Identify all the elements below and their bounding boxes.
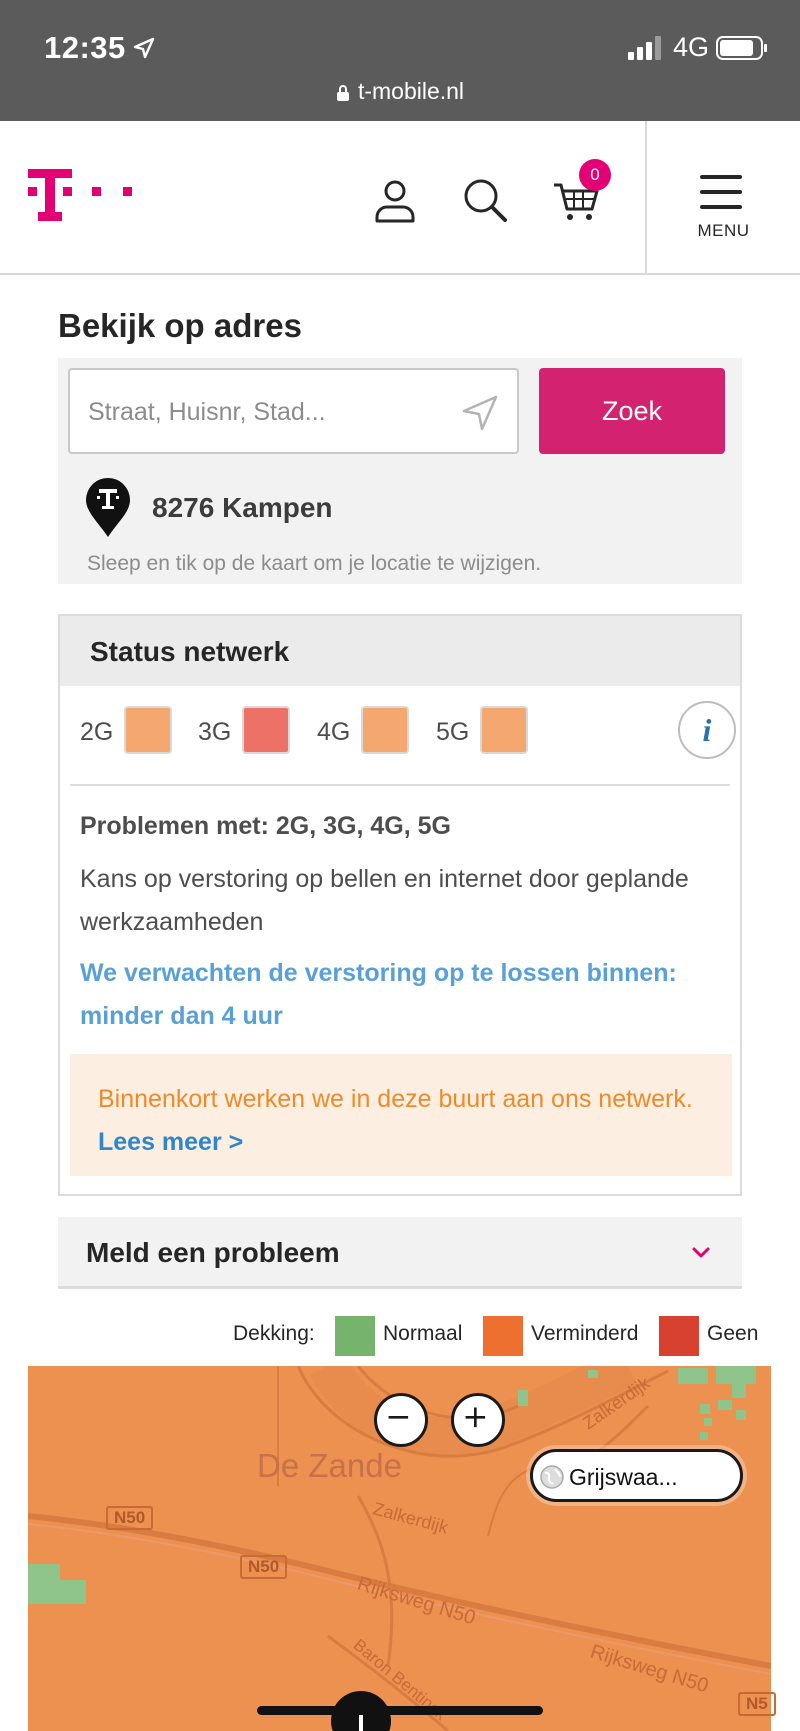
grayscale-toggle-button[interactable]: Grijswaa... [530,1449,743,1502]
lock-icon [336,85,349,101]
legend-reduced: Verminderd [531,1322,639,1345]
telekom-logo[interactable] [28,169,138,227]
report-problem-title: Meld een probleem [86,1237,340,1268]
status-swatch [361,706,409,754]
cart-count-badge: 0 [579,159,611,191]
coverage-legend-label: Dekking: [233,1322,315,1345]
search-icon[interactable] [462,177,508,223]
road-shield: N50 [106,1506,154,1530]
legend-swatch-reduced [483,1316,523,1356]
url-text: t-mobile.nl [357,78,465,104]
gen-label: 2G [80,718,114,746]
status-swatch [124,706,172,754]
legend-swatch-normal [335,1316,375,1356]
divider [70,784,730,786]
current-location: 8276 Kampen [152,492,333,523]
gen-label: 5G [436,718,470,746]
report-problem-accordion[interactable]: Meld een probleem [58,1217,742,1289]
map-place-label: De Zande [257,1447,402,1484]
site-header: 0 MENU [0,121,800,275]
info-icon[interactable]: i [678,701,736,759]
address-panel: Straat, Huisnr, Stad... Zoek 8276 Kampen… [58,358,742,584]
status-2g: 2G [80,706,180,756]
user-icon[interactable] [372,177,418,223]
road-shield: N50 [240,1555,288,1579]
zoom-out-button[interactable] [374,1393,428,1447]
menu-label: MENU [697,221,750,240]
problems-title: Problemen met: 2G, 3G, 4G, 5G [80,812,451,840]
globe-icon [540,1465,564,1489]
legend-normal: Normaal [383,1322,463,1345]
read-more-link[interactable]: Lees meer > [98,1128,243,1156]
home-indicator [257,1706,543,1715]
zoom-in-button[interactable] [451,1393,505,1447]
address-placeholder: Straat, Huisnr, Stad... [88,398,326,426]
battery-icon [716,36,767,60]
url-bar[interactable]: t-mobile.nl [0,78,800,105]
network-status-header: Status netwerk [60,616,740,686]
network-type: 4G [673,32,710,62]
road-shield: N5 [738,1692,776,1716]
signal-icon [628,36,661,60]
legend-none: Geen [707,1322,759,1345]
status-swatch [480,706,528,754]
status-swatch [242,706,290,754]
status-4g: 4G [317,706,417,756]
notice-text: Binnenkort werken we in deze buurt aan o… [98,1085,693,1113]
address-input[interactable]: Straat, Huisnr, Stad... [68,368,519,454]
location-arrow-icon [133,37,155,59]
status-5g: 5G [436,706,536,756]
location-pin-icon [86,478,130,537]
problems-description: Kans op verstoring op bellen en internet… [80,865,689,936]
gen-label: 4G [317,718,351,746]
menu-button[interactable]: MENU [647,121,800,275]
status-3g: 3G [198,706,298,756]
chevron-down-icon [692,1247,710,1258]
gen-label: 3G [198,718,232,746]
resolution-eta: We verwachten de verstoring op te lossen… [80,959,677,1030]
network-status-title: Status netwerk [90,636,290,667]
maintenance-notice: Binnenkort werken we in deze buurt aan o… [70,1054,732,1176]
grayscale-label: Grijswaa... [569,1464,678,1490]
search-button[interactable]: Zoek [539,368,725,454]
legend-swatch-none [659,1316,699,1356]
hamburger-icon [700,175,742,209]
location-hint: Sleep en tik op de kaart om je locatie t… [87,552,542,575]
status-bar: 12:35 4G t-mobile.nl [0,0,800,121]
network-status-card: Status netwerk 2G 3G 4G 5G i Problemen m… [58,614,742,1196]
locate-me-icon[interactable] [461,394,499,432]
address-title: Bekijk op adres [58,307,302,344]
clock: 12:35 [44,30,126,65]
